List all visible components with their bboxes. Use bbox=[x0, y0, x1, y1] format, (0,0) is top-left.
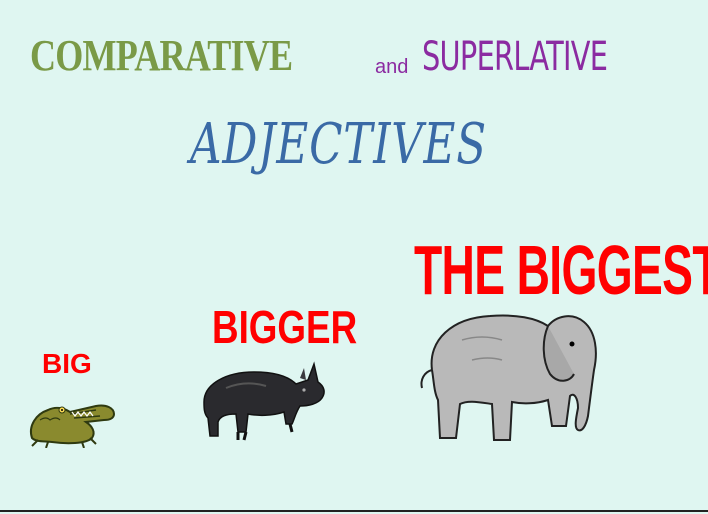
label-the-biggest: THE BIGGEST bbox=[414, 231, 708, 309]
title-and: and bbox=[375, 56, 409, 78]
elephant-icon bbox=[420, 314, 597, 441]
bottom-divider bbox=[0, 510, 708, 512]
title-superlative: SUPERLATIVE bbox=[422, 34, 608, 80]
crocodile-icon bbox=[30, 404, 116, 448]
title-adjectives: ADJECTIVES bbox=[190, 112, 487, 177]
label-big: BIG bbox=[42, 348, 92, 379]
slide: COMPARATIVE and SUPERLATIVE ADJECTIVES B… bbox=[0, 0, 708, 514]
rhinoceros-icon bbox=[203, 361, 325, 441]
label-bigger: BIGGER bbox=[212, 301, 358, 353]
title-comparative: COMPARATIVE bbox=[30, 31, 293, 80]
